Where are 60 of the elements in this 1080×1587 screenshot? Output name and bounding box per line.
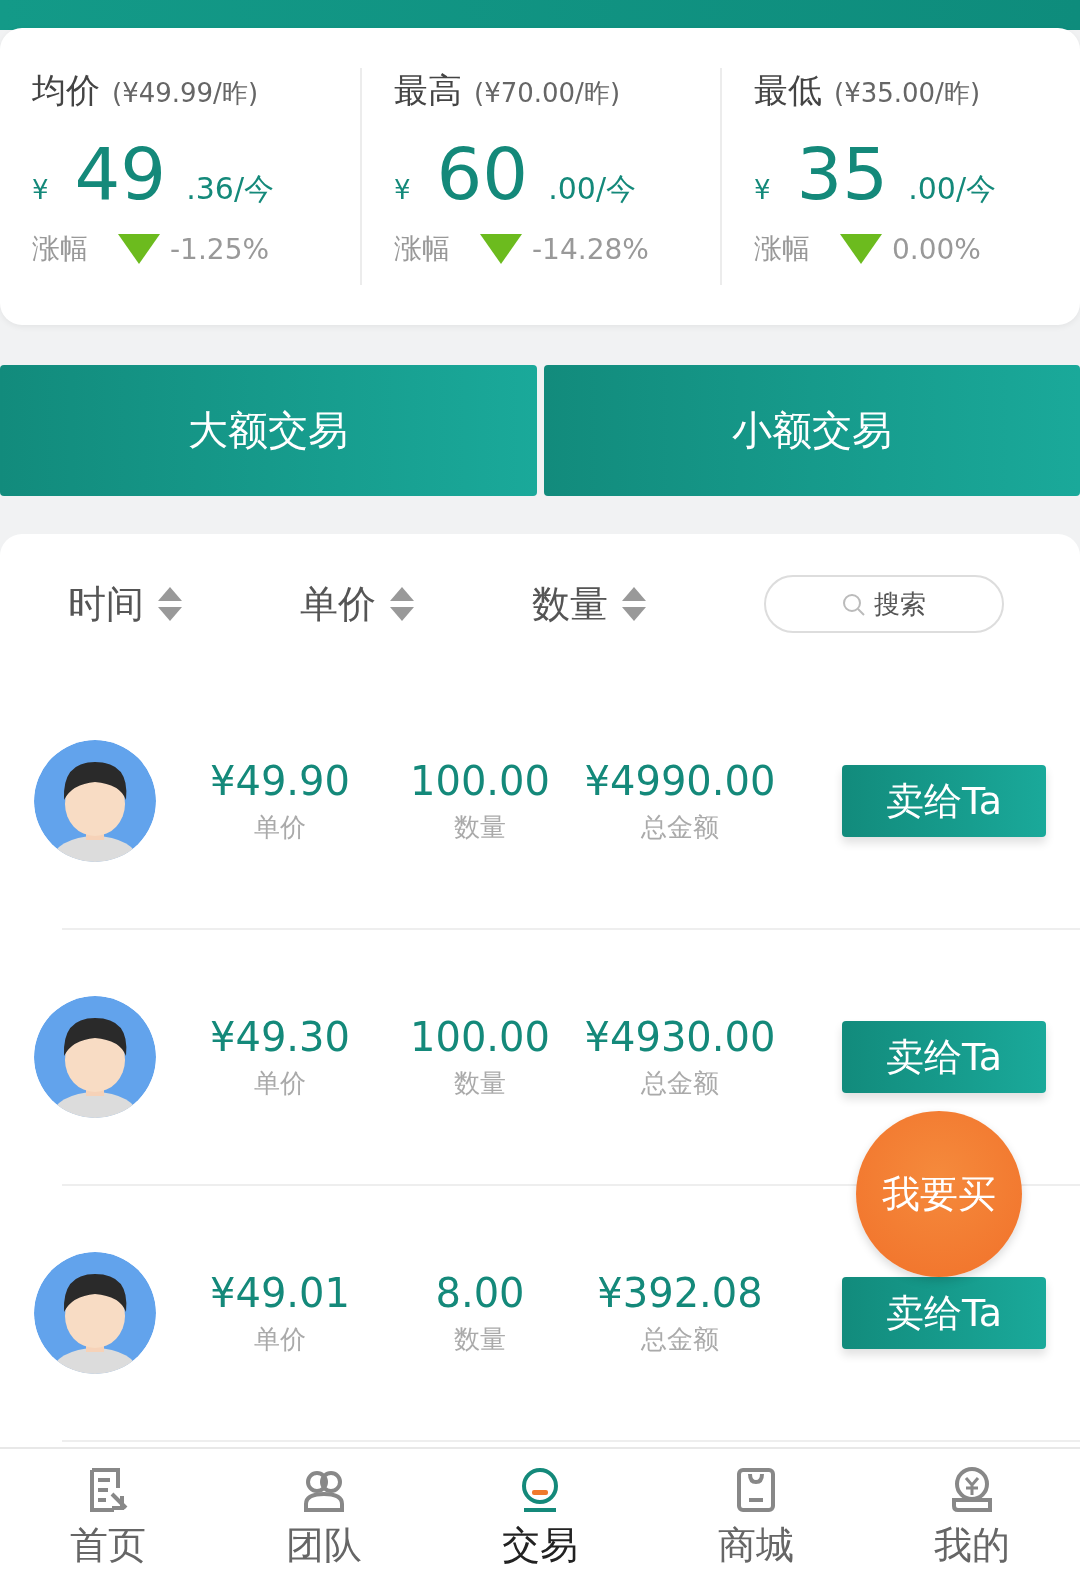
total-amount-label: 总金额 bbox=[641, 1322, 719, 1356]
unit-price-label: 单价 bbox=[254, 1322, 306, 1356]
unit-price-label: 单价 bbox=[254, 810, 306, 844]
previous-price: (¥70.00/昨) bbox=[474, 77, 621, 110]
quantity: 8.00 bbox=[435, 1269, 525, 1316]
trade-type-button[interactable]: 大额交易 bbox=[0, 365, 537, 496]
total-amount: ¥4930.00 bbox=[584, 1013, 776, 1060]
currency-sign: ¥ bbox=[394, 175, 411, 205]
search-icon bbox=[842, 593, 866, 617]
avatar-icon bbox=[34, 996, 156, 1118]
total-amount: ¥392.08 bbox=[597, 1269, 763, 1316]
tab[interactable]: 团队 bbox=[216, 1449, 432, 1587]
change-label: 涨幅 bbox=[754, 231, 810, 267]
sort-button[interactable]: 单价 bbox=[300, 578, 532, 630]
change-label: 涨幅 bbox=[394, 231, 450, 267]
unit-price: ¥49.01 bbox=[210, 1269, 350, 1316]
price-fraction: .00/今 bbox=[548, 170, 636, 208]
avatar-icon bbox=[34, 740, 156, 862]
change-value: -1.25% bbox=[170, 232, 270, 266]
unit-price: ¥49.30 bbox=[210, 1013, 350, 1060]
price-fraction: .00/今 bbox=[908, 170, 996, 208]
sort-button[interactable]: 时间 bbox=[68, 578, 300, 630]
total-amount-label: 总金额 bbox=[641, 810, 719, 844]
tab[interactable]: 商城 bbox=[648, 1449, 864, 1587]
change-value: 0.00% bbox=[892, 232, 981, 266]
unit-price: ¥49.90 bbox=[210, 757, 350, 804]
quantity: 100.00 bbox=[410, 757, 550, 804]
previous-price: (¥49.99/昨) bbox=[112, 77, 259, 110]
tab[interactable]: 交易 bbox=[432, 1449, 648, 1587]
price-fraction: .36/今 bbox=[186, 170, 274, 208]
quantity: 100.00 bbox=[410, 1013, 550, 1060]
price-whole: 60 bbox=[436, 132, 529, 216]
tab[interactable]: 首页 bbox=[0, 1449, 216, 1587]
search-field[interactable]: 搜索 bbox=[764, 575, 1004, 633]
price-whole: 49 bbox=[74, 132, 167, 216]
sell-button[interactable]: 卖给Ta bbox=[842, 765, 1046, 837]
price-whole: 35 bbox=[796, 132, 889, 216]
stat-label: 最高 bbox=[394, 69, 462, 112]
sort-icon bbox=[158, 587, 182, 621]
total-amount-label: 总金额 bbox=[641, 1066, 719, 1100]
unit-price-label: 单价 bbox=[254, 1066, 306, 1100]
stat-label: 均价 bbox=[32, 69, 100, 112]
avatar-icon bbox=[34, 1252, 156, 1374]
sell-button[interactable]: 卖给Ta bbox=[842, 1277, 1046, 1349]
total-amount: ¥4990.00 bbox=[584, 757, 776, 804]
sell-button[interactable]: 卖给Ta bbox=[842, 1021, 1046, 1093]
currency-sign: ¥ bbox=[754, 175, 771, 205]
currency-sign: ¥ bbox=[32, 175, 49, 205]
trade-type-button[interactable]: 小额交易 bbox=[543, 365, 1080, 496]
quantity-label: 数量 bbox=[454, 810, 506, 844]
quantity-label: 数量 bbox=[454, 1066, 506, 1100]
stat-label: 最低 bbox=[754, 69, 822, 112]
change-label: 涨幅 bbox=[32, 231, 88, 267]
quantity-label: 数量 bbox=[454, 1322, 506, 1356]
sort-button[interactable]: 数量 bbox=[532, 578, 764, 630]
tab[interactable]: 我的 bbox=[864, 1449, 1080, 1587]
previous-price: (¥35.00/昨) bbox=[834, 77, 981, 110]
sort-icon bbox=[622, 587, 646, 621]
sort-icon bbox=[390, 587, 414, 621]
change-value: -14.28% bbox=[532, 232, 649, 266]
